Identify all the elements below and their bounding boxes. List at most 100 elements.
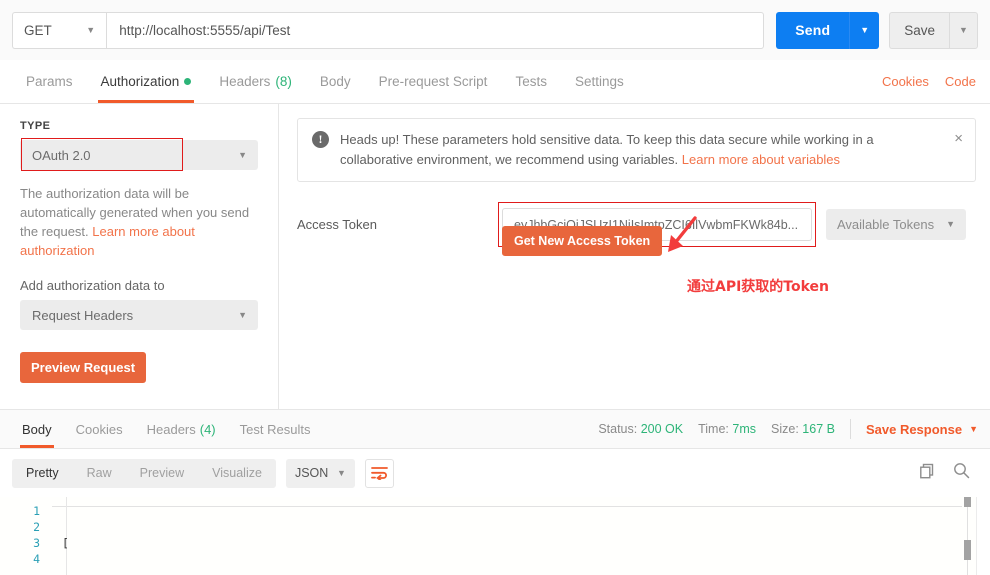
tab-params[interactable]: Params	[12, 60, 87, 103]
auth-description: The authorization data will be automatic…	[20, 184, 258, 260]
tab-label: Test Results	[240, 422, 311, 437]
code-content: [ "value1", "value2" ]	[62, 503, 152, 575]
response-tab-bar: Body Cookies Headers (4) Test Results St…	[0, 409, 990, 449]
editor-right-rail	[976, 497, 990, 575]
add-auth-data-label: Add authorization data to	[20, 278, 258, 293]
chevron-down-icon: ▼	[238, 311, 247, 320]
auth-type-value: OAuth 2.0	[20, 148, 91, 163]
tab-label: Pre-request Script	[379, 74, 488, 89]
status-label: Status:	[598, 422, 637, 436]
learn-more-variables-link[interactable]: Learn more about variables	[682, 152, 840, 167]
get-new-access-token-button[interactable]: Get New Access Token	[502, 226, 662, 256]
response-toolbar-actions	[919, 462, 978, 484]
add-auth-data-value: Request Headers	[20, 308, 133, 323]
sensitive-data-notice: ! Heads up! These parameters hold sensit…	[297, 118, 976, 182]
tab-badge: (8)	[275, 74, 292, 89]
chevron-down-icon: ▼	[959, 26, 968, 35]
status-group: Status: 200 OK	[598, 422, 683, 436]
tab-label: Body	[320, 74, 351, 89]
line-number: 4	[0, 551, 40, 567]
scrollbar-thumb[interactable]	[964, 540, 971, 560]
response-body-editor[interactable]: 1 2 3 4 [ "value1", "value2" ]	[0, 497, 990, 575]
response-tab-test-results[interactable]: Test Results	[228, 410, 323, 448]
response-tab-headers[interactable]: Headers (4)	[135, 410, 228, 448]
tab-headers[interactable]: Headers (8)	[205, 60, 306, 103]
save-button[interactable]: Save	[889, 12, 949, 49]
chevron-down-icon: ▼	[860, 26, 869, 35]
exclamation-icon: !	[312, 131, 329, 148]
response-tab-body[interactable]: Body	[10, 410, 64, 448]
tab-label: Authorization	[101, 74, 180, 89]
tab-authorization[interactable]: Authorization	[87, 60, 206, 103]
access-token-label: Access Token	[297, 217, 502, 232]
line-number: 3	[0, 535, 40, 551]
notice-text: Heads up! These parameters hold sensitiv…	[340, 130, 935, 170]
response-tab-cookies[interactable]: Cookies	[64, 410, 135, 448]
word-wrap-icon[interactable]	[365, 459, 394, 488]
annotation-arrow-icon	[661, 216, 701, 258]
view-mode-segmented-control: Pretty Raw Preview Visualize	[12, 459, 276, 488]
search-icon[interactable]	[953, 462, 970, 484]
tab-pre-request-script[interactable]: Pre-request Script	[365, 60, 502, 103]
response-toolbar: Pretty Raw Preview Visualize JSON ▼	[0, 449, 990, 497]
save-response-label: Save Response	[866, 422, 962, 437]
send-group: Send ▼	[776, 12, 879, 49]
auth-details-pane: ! Heads up! These parameters hold sensit…	[279, 104, 990, 409]
scrollbar-thumb[interactable]	[964, 497, 971, 507]
type-label: TYPE	[20, 120, 258, 132]
response-format-select[interactable]: JSON ▼	[286, 459, 355, 488]
copy-icon[interactable]	[919, 463, 935, 484]
response-meta: Status: 200 OK Time: 7ms Size: 167 B Sav…	[598, 410, 990, 448]
save-response-button[interactable]: Save Response ▼	[866, 422, 978, 437]
line-number: 1	[0, 503, 40, 519]
tab-label: Tests	[515, 74, 547, 89]
tab-label: Headers	[219, 74, 270, 89]
size-group: Size: 167 B	[771, 422, 835, 436]
http-method-select[interactable]: GET ▼	[12, 12, 106, 49]
url-value: http://localhost:5555/api/Test	[119, 23, 290, 38]
size-value: 167 B	[802, 422, 835, 436]
preview-request-button[interactable]: Preview Request	[20, 352, 146, 383]
response-format-value: JSON	[295, 466, 328, 480]
auth-config-sidebar: TYPE OAuth 2.0 ▼ The authorization data …	[0, 104, 279, 409]
view-mode-visualize[interactable]: Visualize	[198, 459, 276, 488]
line-number: 2	[0, 519, 40, 535]
save-options-button[interactable]: ▼	[949, 12, 978, 49]
divider	[850, 419, 851, 439]
annotation-note-text: 通过API获取的Token	[687, 276, 829, 296]
authorization-panel: TYPE OAuth 2.0 ▼ The authorization data …	[0, 104, 990, 409]
postman-window: GET ▼ http://localhost:5555/api/Test Sen…	[0, 0, 990, 575]
size-label: Size:	[771, 422, 799, 436]
available-tokens-select[interactable]: Available Tokens ▼	[826, 209, 966, 240]
view-mode-pretty[interactable]: Pretty	[12, 459, 73, 488]
chevron-down-icon: ▼	[238, 151, 247, 160]
time-label: Time:	[698, 422, 729, 436]
available-tokens-label: Available Tokens	[837, 217, 934, 232]
line-number-gutter: 1 2 3 4	[0, 497, 52, 575]
view-mode-raw[interactable]: Raw	[73, 459, 126, 488]
send-button[interactable]: Send	[776, 12, 849, 49]
time-group: Time: 7ms	[698, 422, 756, 436]
cookies-link[interactable]: Cookies	[882, 74, 929, 89]
code-link[interactable]: Code	[945, 74, 976, 89]
chevron-down-icon: ▼	[946, 220, 955, 229]
tab-label: Body	[22, 422, 52, 437]
chevron-down-icon: ▼	[337, 469, 346, 478]
chevron-down-icon: ▼	[969, 425, 978, 434]
chevron-down-icon: ▼	[86, 26, 95, 35]
tab-bar-links: Cookies Code	[882, 60, 990, 103]
send-options-button[interactable]: ▼	[849, 12, 879, 49]
save-group: Save ▼	[889, 12, 978, 49]
tab-settings[interactable]: Settings	[561, 60, 638, 103]
scrollbar-track[interactable]	[967, 497, 968, 575]
tab-tests[interactable]: Tests	[501, 60, 561, 103]
url-input[interactable]: http://localhost:5555/api/Test	[106, 12, 764, 49]
divider	[52, 506, 962, 507]
tab-label: Cookies	[76, 422, 123, 437]
status-value: 200 OK	[641, 422, 683, 436]
view-mode-preview[interactable]: Preview	[126, 459, 198, 488]
add-auth-data-select[interactable]: Request Headers ▼	[20, 300, 258, 330]
close-icon[interactable]: ×	[954, 130, 963, 147]
auth-type-select[interactable]: OAuth 2.0 ▼	[20, 140, 258, 170]
tab-body[interactable]: Body	[306, 60, 365, 103]
